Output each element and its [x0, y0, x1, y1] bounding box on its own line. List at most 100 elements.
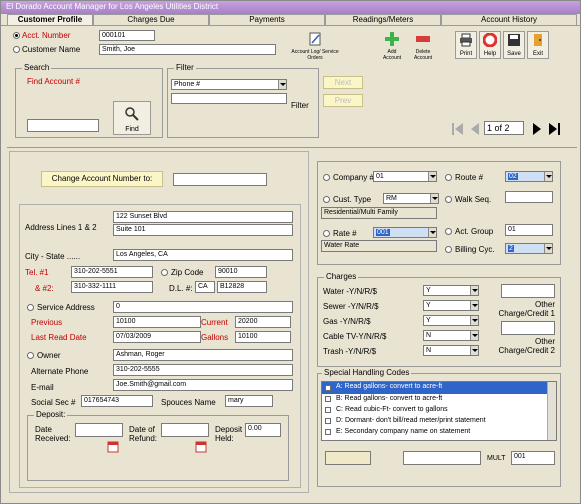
last-page-icon[interactable]: [547, 121, 561, 137]
change-account-field[interactable]: [173, 173, 267, 186]
previous-reading-field[interactable]: 10100: [113, 316, 201, 328]
print-button[interactable]: Print: [455, 31, 477, 59]
cust-type-select[interactable]: RM: [383, 193, 439, 204]
chevron-down-icon: [470, 301, 478, 310]
charge-select-gas-value: Y: [426, 317, 431, 324]
charge-select-water[interactable]: Y: [423, 285, 479, 296]
service-address-radio[interactable]: [27, 304, 34, 311]
customer-name-radio[interactable]: [13, 46, 20, 53]
special-item-d-checkbox[interactable]: [325, 418, 331, 424]
special-item-a[interactable]: A: Read gallons- convert to acre-ft: [322, 382, 556, 394]
company-select[interactable]: 01: [373, 171, 437, 182]
current-reading-field[interactable]: 20200: [235, 316, 291, 328]
prev-button[interactable]: Prev: [323, 94, 363, 107]
account-log-button[interactable]: Account Log/ Service Orders: [291, 31, 339, 65]
tel2-field[interactable]: 310-332-1111: [71, 281, 153, 293]
charge-select-trash[interactable]: N: [423, 345, 479, 356]
other-charge2-field[interactable]: [501, 321, 555, 335]
charge-label-water: Water -Y/N/R/$: [323, 287, 377, 296]
tel1-field[interactable]: 310-202-5551: [71, 266, 153, 278]
billing-cycle-radio[interactable]: [445, 246, 452, 253]
filter-button[interactable]: Filter: [291, 101, 309, 110]
spouse-name-field[interactable]: mary: [225, 395, 273, 407]
acct-number-radio[interactable]: [13, 32, 20, 39]
gallons-field[interactable]: 10100: [235, 331, 291, 343]
owner-field[interactable]: Ashman, Roger: [113, 349, 293, 361]
route-select[interactable]: 02: [505, 171, 553, 182]
city-state-label: City - State ......: [25, 252, 81, 261]
help-label: Help: [483, 51, 497, 57]
add-account-button[interactable]: Add Account: [381, 31, 403, 65]
filter-select[interactable]: Phone #: [171, 79, 287, 90]
service-address-label: Service Address: [37, 303, 95, 312]
help-button[interactable]: Help: [479, 31, 501, 59]
exit-button[interactable]: Exit: [527, 31, 549, 59]
delete-account-button[interactable]: Delete Account: [411, 31, 435, 65]
date-received-field[interactable]: [75, 423, 123, 437]
pager: 1 of 2: [451, 119, 563, 139]
special-item-d-label: D: Dormant- don't bill/read meter/print …: [336, 417, 486, 424]
walk-seq-field[interactable]: [505, 191, 553, 203]
special-item-b[interactable]: B: Read gallons- convert to acre-ft: [322, 394, 556, 405]
billing-cycle-select[interactable]: 2: [505, 243, 553, 254]
charge-select-sewer[interactable]: Y: [423, 300, 479, 311]
cust-type-label: Cust. Type: [333, 195, 372, 204]
special-item-a-checkbox[interactable]: [325, 385, 331, 391]
zip-code-field[interactable]: 90010: [215, 266, 267, 278]
rate-radio[interactable]: [323, 230, 330, 237]
date-refund-field[interactable]: [161, 423, 209, 437]
special-item-d[interactable]: D: Dormant- don't bill/read meter/print …: [322, 416, 556, 427]
special-item-c-checkbox[interactable]: [325, 407, 331, 413]
calendar-icon[interactable]: [107, 441, 119, 453]
mult-field[interactable]: 001: [511, 451, 555, 465]
customer-name-field[interactable]: Smith, Joe: [99, 44, 276, 55]
chevron-down-icon: [470, 346, 478, 355]
special-item-e-checkbox[interactable]: [325, 429, 331, 435]
walk-seq-radio[interactable]: [445, 196, 452, 203]
company-radio[interactable]: [323, 174, 330, 181]
filter-value-field[interactable]: [171, 93, 287, 104]
next-page-icon[interactable]: [531, 121, 543, 137]
charge-select-cable[interactable]: N: [423, 330, 479, 341]
acct-number-field[interactable]: 000101: [99, 30, 155, 41]
address-line1-field[interactable]: 122 Sunset Blvd: [113, 211, 293, 223]
rate-select[interactable]: 001: [373, 227, 437, 238]
change-account-button[interactable]: Change Account Number to:: [41, 171, 163, 187]
act-group-field[interactable]: 01: [505, 224, 553, 236]
alternate-phone-field[interactable]: 310-202-5555: [113, 364, 293, 376]
search-title: Search: [22, 63, 52, 72]
special-item-e[interactable]: E: Secondary company name on statement: [322, 427, 556, 438]
find-button[interactable]: Find: [113, 101, 151, 135]
find-account-field[interactable]: [27, 119, 99, 132]
special-item-b-checkbox[interactable]: [325, 396, 331, 402]
deposit-held-field[interactable]: 0.00: [245, 423, 281, 437]
special-code-field[interactable]: [325, 451, 371, 465]
act-group-radio[interactable]: [445, 228, 452, 235]
calendar-icon[interactable]: [195, 441, 207, 453]
owner-radio[interactable]: [27, 352, 34, 359]
ssn-field[interactable]: 017654743: [81, 395, 153, 407]
next-button[interactable]: Next: [323, 76, 363, 89]
special-list-scrollbar[interactable]: [547, 382, 556, 440]
address-line2-field[interactable]: Suite 101: [113, 224, 293, 236]
email-field[interactable]: Joe.Smith@gmail.com: [113, 379, 293, 391]
special-handling-list[interactable]: A: Read gallons- convert to acre-ft B: R…: [321, 381, 557, 441]
special-item-c[interactable]: C: Read cubic-Ft- convert to gallons: [322, 405, 556, 416]
charge-select-gas[interactable]: Y: [423, 315, 479, 326]
previous-label: Previous: [31, 318, 63, 327]
previous-page-icon[interactable]: [469, 121, 481, 137]
save-button[interactable]: Save: [503, 31, 525, 59]
last-read-date-field[interactable]: 07/03/2009: [113, 331, 201, 343]
dl-number-field[interactable]: B12828: [217, 281, 267, 293]
other-charge1-field[interactable]: [501, 284, 555, 298]
account-log-label: Account Log/ Service Orders: [291, 49, 339, 61]
first-page-icon[interactable]: [451, 121, 465, 137]
special-desc-field[interactable]: [403, 451, 481, 465]
cust-type-radio[interactable]: [323, 196, 330, 203]
dl-state-field[interactable]: CA: [195, 281, 215, 293]
service-address-field[interactable]: 0: [113, 301, 293, 313]
zip-code-radio[interactable]: [161, 269, 168, 276]
city-state-field[interactable]: Los Angeles, CA: [113, 249, 293, 261]
chevron-down-icon: [470, 331, 478, 340]
route-radio[interactable]: [445, 174, 452, 181]
